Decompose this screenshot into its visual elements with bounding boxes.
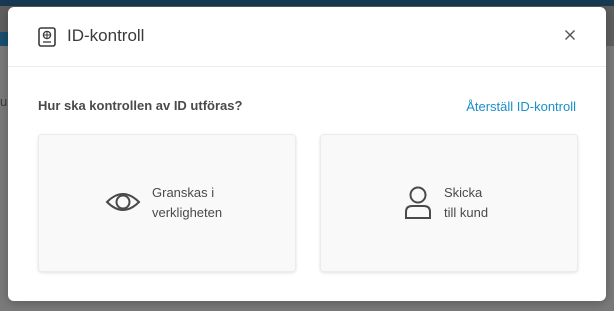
reset-id-check-link[interactable]: Återställ ID-kontroll: [466, 99, 576, 114]
option-send-to-customer-label: Skicka till kund: [444, 185, 489, 220]
close-button[interactable]: [560, 27, 580, 47]
option-in-person-button[interactable]: Granskas i verkligheten: [38, 134, 296, 272]
background-partial-text: u: [0, 94, 8, 109]
id-card-icon: [38, 27, 56, 47]
option-in-person-label: Granskas i verkligheten: [152, 185, 223, 220]
dialog-header: ID-kontroll: [8, 7, 606, 67]
eye-icon: [105, 186, 141, 223]
close-icon: [564, 28, 576, 46]
id-check-dialog: ID-kontroll Hur ska kontrollen av ID utf…: [8, 7, 606, 301]
person-icon: [404, 186, 432, 225]
dialog-title: ID-kontroll: [67, 26, 145, 45]
id-check-question: Hur ska kontrollen av ID utföras?: [38, 98, 243, 113]
background-accent-bar: [0, 0, 614, 6]
option-send-to-customer-button[interactable]: Skicka till kund: [320, 134, 578, 272]
